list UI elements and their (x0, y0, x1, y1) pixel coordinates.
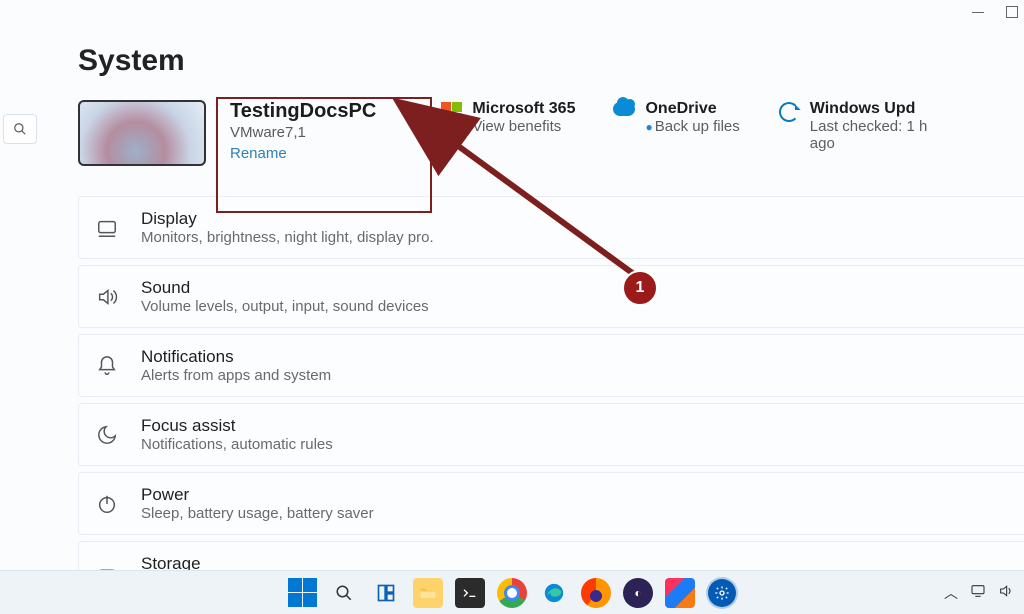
ms365-icon (440, 102, 462, 123)
item-notifications[interactable]: NotificationsAlerts from apps and system (78, 334, 1024, 397)
item-title: Power (141, 485, 374, 505)
card-onedrive[interactable]: OneDrive ●Back up files (613, 100, 739, 135)
taskbar: ◐ ︿ (0, 570, 1024, 614)
item-sound[interactable]: SoundVolume levels, output, input, sound… (78, 265, 1024, 328)
taskbar-search-icon[interactable] (329, 578, 359, 608)
item-desc: Alerts from apps and system (141, 367, 331, 384)
eclipse-icon[interactable]: ◐ (623, 578, 653, 608)
item-title: Notifications (141, 347, 331, 367)
item-title: Display (141, 209, 434, 229)
wu-sub: Last checked: 1 h (810, 118, 928, 135)
system-tray[interactable]: ︿ (944, 583, 1014, 603)
chrome-icon[interactable] (497, 578, 527, 608)
onedrive-title: OneDrive (645, 100, 739, 118)
tray-volume-icon[interactable] (998, 583, 1014, 602)
windows-update-icon (778, 102, 800, 122)
intellij-icon[interactable] (665, 578, 695, 608)
display-icon (95, 216, 119, 240)
firefox-icon[interactable] (581, 578, 611, 608)
terminal-icon[interactable] (455, 578, 485, 608)
item-desc: Volume levels, output, input, sound devi… (141, 298, 429, 315)
settings-taskbar-icon[interactable] (707, 578, 737, 608)
item-desc: Notifications, automatic rules (141, 436, 333, 453)
moon-icon (95, 423, 119, 447)
search-button[interactable] (3, 114, 37, 144)
device-model: VMware7,1 (230, 124, 376, 141)
sound-icon (95, 285, 119, 309)
item-title: Focus assist (141, 416, 333, 436)
maximize-button[interactable] (1006, 6, 1018, 18)
page-title: System (78, 44, 1024, 78)
item-focus-assist[interactable]: Focus assistNotifications, automatic rul… (78, 403, 1024, 466)
edge-icon[interactable] (539, 578, 569, 608)
wu-title: Windows Upd (810, 100, 928, 118)
onedrive-icon (613, 102, 635, 116)
card-windows-update[interactable]: Windows Upd Last checked: 1 h ago (778, 100, 928, 152)
ms365-sub: View benefits (472, 118, 575, 135)
onedrive-sub: ●Back up files (645, 118, 739, 135)
item-desc: Sleep, battery usage, battery saver (141, 505, 374, 522)
ms365-title: Microsoft 365 (472, 100, 575, 118)
wu-sub2: ago (810, 135, 928, 152)
annotation-callout: 1 (622, 270, 658, 306)
item-display[interactable]: DisplayMonitors, brightness, night light… (78, 196, 1024, 259)
file-explorer-icon[interactable] (413, 578, 443, 608)
device-info: TestingDocsPC VMware7,1 Rename (224, 100, 382, 162)
card-ms365[interactable]: Microsoft 365 View benefits (440, 100, 575, 135)
bell-icon (95, 354, 119, 378)
item-desc: Monitors, brightness, night light, displ… (141, 229, 434, 246)
start-button[interactable] (287, 578, 317, 608)
chevron-up-icon[interactable]: ︿ (944, 583, 958, 603)
tray-monitor-icon[interactable] (970, 583, 986, 602)
item-power[interactable]: PowerSleep, battery usage, battery saver (78, 472, 1024, 535)
device-name: TestingDocsPC (230, 100, 376, 123)
device-image (78, 100, 206, 166)
system-settings-list: DisplayMonitors, brightness, night light… (78, 196, 1024, 604)
item-title: Sound (141, 278, 429, 298)
minimize-button[interactable] (972, 6, 984, 18)
power-icon (95, 492, 119, 516)
window-controls (972, 6, 1018, 18)
left-sidebar (0, 0, 40, 570)
task-view-icon[interactable] (371, 578, 401, 608)
rename-link[interactable]: Rename (230, 145, 376, 162)
